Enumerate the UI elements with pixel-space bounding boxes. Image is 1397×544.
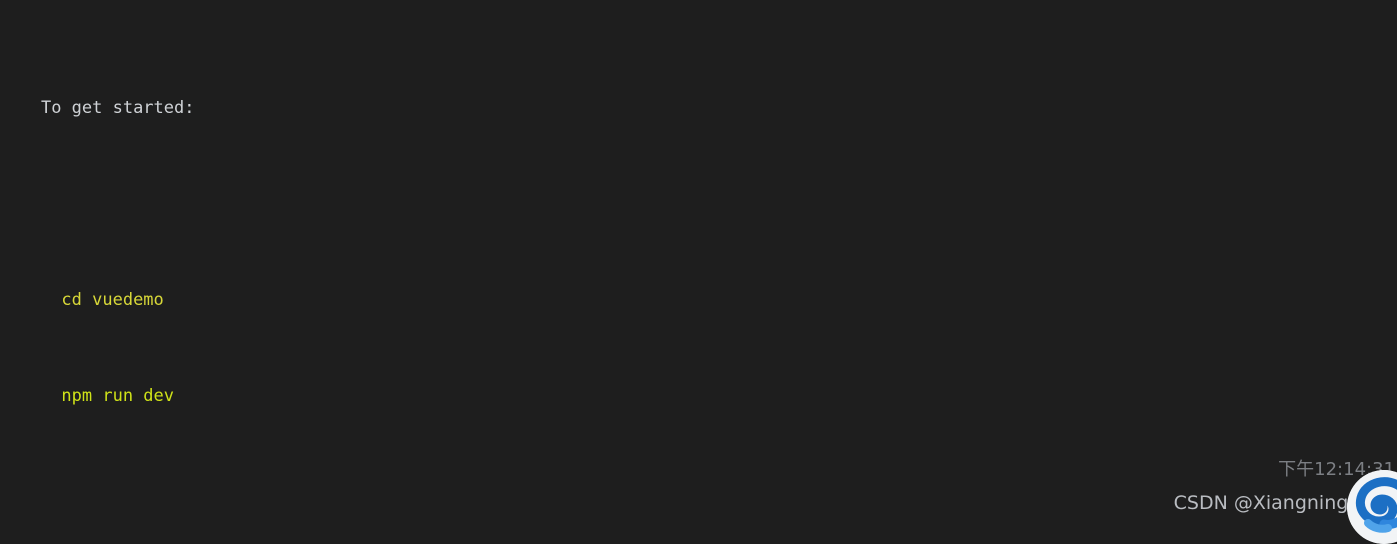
terminal-line-get-started: To get started: bbox=[0, 72, 1397, 118]
npm-command-text: npm run dev bbox=[40, 386, 175, 406]
get-started-text: To get started: bbox=[40, 98, 195, 118]
cd-command-text: cd vuedemo bbox=[40, 290, 164, 310]
terminal-output: To get started: cd vuedemo npm run dev D… bbox=[0, 0, 1397, 528]
terminal-line-cd-command: cd vuedemo bbox=[0, 264, 1397, 310]
terminal-line-npm-command: npm run dev bbox=[0, 360, 1397, 406]
